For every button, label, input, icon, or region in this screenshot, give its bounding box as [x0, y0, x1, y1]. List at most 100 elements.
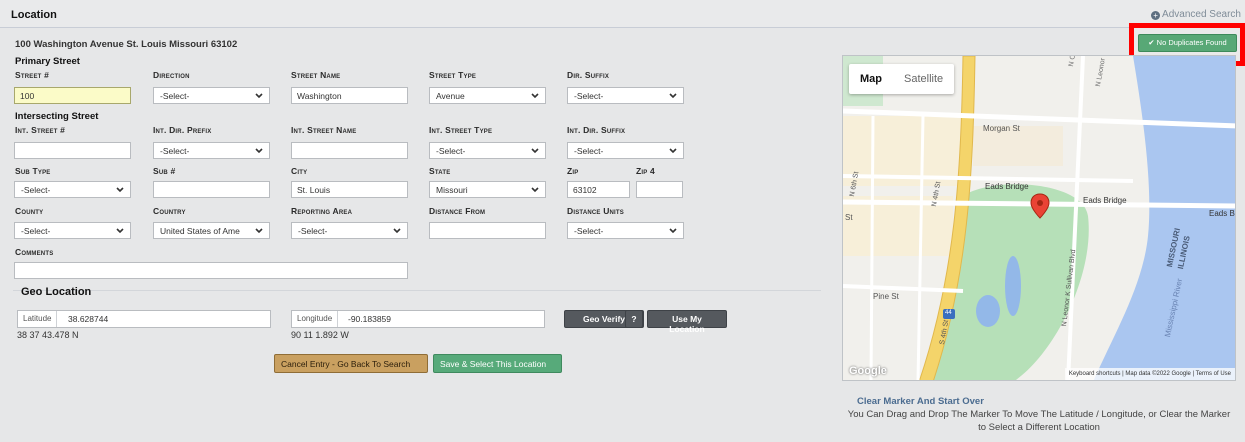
latitude-dms: 38 37 43.478 N — [17, 330, 79, 340]
geo-location-title: Geo Location — [21, 286, 92, 298]
chevron-down-icon — [116, 187, 124, 193]
section-title: Location — [11, 9, 57, 21]
latitude-field[interactable]: Latitude 38.628744 — [17, 310, 271, 328]
reporting-area-value: -Select- — [298, 226, 328, 236]
int-street-type-value: -Select- — [436, 146, 466, 156]
primary-street-heading: Primary Street — [15, 56, 80, 67]
longitude-dms: 90 11 1.892 W — [291, 330, 349, 340]
longitude-field[interactable]: Longitude -90.183859 — [291, 310, 545, 328]
int-street-type-select[interactable]: -Select- — [429, 142, 546, 159]
advanced-search-label: Advanced Search — [1162, 9, 1241, 20]
int-dir-suffix-select[interactable]: -Select- — [567, 142, 684, 159]
comments-label: Comments — [15, 247, 54, 257]
chevron-down-icon — [669, 148, 677, 154]
street-type-select[interactable]: Avenue — [429, 87, 546, 104]
street-number-input[interactable]: 100 — [14, 87, 131, 104]
dir-suffix-value: -Select- — [574, 91, 604, 101]
direction-label: Direction — [153, 70, 190, 80]
map-footer[interactable]: Keyboard shortcuts | Map data ©2022 Goog… — [1064, 368, 1235, 380]
chevron-down-icon — [531, 187, 539, 193]
zip-input[interactable]: 63102 — [567, 181, 630, 198]
cancel-entry-button[interactable]: Cancel Entry - Go Back To Search — [274, 354, 428, 373]
chevron-down-icon — [531, 148, 539, 154]
sub-number-input[interactable] — [153, 181, 270, 198]
advanced-search-link[interactable]: + Advanced Search — [1151, 9, 1241, 20]
chevron-down-icon — [669, 228, 677, 234]
street-name-label: Street Name — [291, 70, 341, 80]
direction-value: -Select- — [160, 91, 190, 101]
save-select-location-button[interactable]: Save & Select This Location — [433, 354, 562, 373]
int-dir-prefix-label: Int. Dir. Prefix — [153, 125, 212, 135]
map-type-toggle: Map Satellite — [849, 64, 955, 94]
help-button[interactable]: ? — [625, 310, 643, 328]
google-logo: Google — [849, 365, 887, 377]
distance-units-label: Distance Units — [567, 206, 624, 216]
check-icon: ✔ — [1148, 38, 1155, 47]
chevron-down-icon — [255, 148, 263, 154]
longitude-value: -90.183859 — [348, 314, 392, 324]
chevron-down-icon — [531, 93, 539, 99]
distance-from-label: Distance From — [429, 206, 486, 216]
clear-marker-description: You Can Drag and Drop The Marker To Move… — [847, 409, 1231, 433]
chevron-down-icon — [255, 93, 263, 99]
dir-suffix-select[interactable]: -Select- — [567, 87, 684, 104]
distance-from-input[interactable] — [429, 222, 546, 239]
country-select[interactable]: United States of Ame — [153, 222, 270, 239]
state-label: State — [429, 166, 451, 176]
country-value: United States of Ame — [160, 226, 240, 236]
reporting-area-select[interactable]: -Select- — [291, 222, 408, 239]
state-value: Missouri — [436, 185, 468, 195]
int-dir-suffix-value: -Select- — [574, 146, 604, 156]
chevron-down-icon — [116, 228, 124, 234]
street-name-input[interactable]: Washington — [291, 87, 408, 104]
int-street-type-label: Int. Street Type — [429, 125, 493, 135]
zip4-label: Zip 4 — [636, 166, 655, 176]
chevron-down-icon — [255, 228, 263, 234]
latitude-prefix: Latitude — [18, 311, 58, 327]
street-label: Eads B — [1209, 209, 1235, 218]
map-view[interactable]: N Comm N Leonor K S Morgan St N 6th St N… — [842, 55, 1236, 381]
distance-units-select[interactable]: -Select- — [567, 222, 684, 239]
clear-marker-link[interactable]: Clear Marker And Start Over — [857, 396, 984, 407]
state-select[interactable]: Missouri — [429, 181, 546, 198]
int-dir-prefix-value: -Select- — [160, 146, 190, 156]
int-street-name-input[interactable] — [291, 142, 408, 159]
street-type-label: Street Type — [429, 70, 477, 80]
county-value: -Select- — [21, 226, 51, 236]
intersecting-street-heading: Intersecting Street — [15, 111, 99, 122]
zip-label: Zip — [567, 166, 579, 176]
map-tab-map[interactable]: Map — [849, 64, 893, 94]
street-label: Morgan St — [983, 124, 1020, 133]
int-dir-prefix-select[interactable]: -Select- — [153, 142, 270, 159]
use-my-location-button[interactable]: Use My Location — [647, 310, 727, 334]
chevron-down-icon — [669, 93, 677, 99]
chevron-down-icon — [393, 228, 401, 234]
no-duplicates-button[interactable]: ✔ No Duplicates Found — [1138, 34, 1237, 52]
int-street-number-input[interactable] — [14, 142, 131, 159]
city-label: City — [291, 166, 308, 176]
direction-select[interactable]: -Select- — [153, 87, 270, 104]
address-summary: 100 Washington Avenue St. Louis Missouri… — [15, 39, 238, 50]
map-canvas — [843, 56, 1235, 380]
sub-number-label: Sub # — [153, 166, 176, 176]
street-label: Pine St — [873, 292, 899, 301]
section-header: Location + Advanced Search — [0, 0, 1245, 28]
int-street-name-label: Int. Street Name — [291, 125, 357, 135]
longitude-prefix: Longitude — [292, 311, 339, 327]
map-tab-satellite[interactable]: Satellite — [893, 64, 954, 94]
county-select[interactable]: -Select- — [14, 222, 131, 239]
sub-type-select[interactable]: -Select- — [14, 181, 131, 198]
sub-type-value: -Select- — [21, 185, 51, 195]
reporting-area-label: Reporting Area — [291, 206, 353, 216]
zip4-input[interactable] — [636, 181, 683, 198]
street-label: Eads Bridge — [1083, 196, 1127, 205]
no-duplicates-label: No Duplicates Found — [1156, 38, 1227, 47]
street-label: Eads Bridge — [985, 182, 1029, 191]
plus-circle-icon: + — [1151, 11, 1161, 20]
street-number-label: Street # — [15, 70, 50, 80]
comments-input[interactable] — [14, 262, 408, 279]
city-input[interactable]: St. Louis — [291, 181, 408, 198]
route-label: 44 — [945, 310, 952, 316]
int-street-number-label: Int. Street # — [15, 125, 66, 135]
distance-units-value: -Select- — [574, 226, 604, 236]
